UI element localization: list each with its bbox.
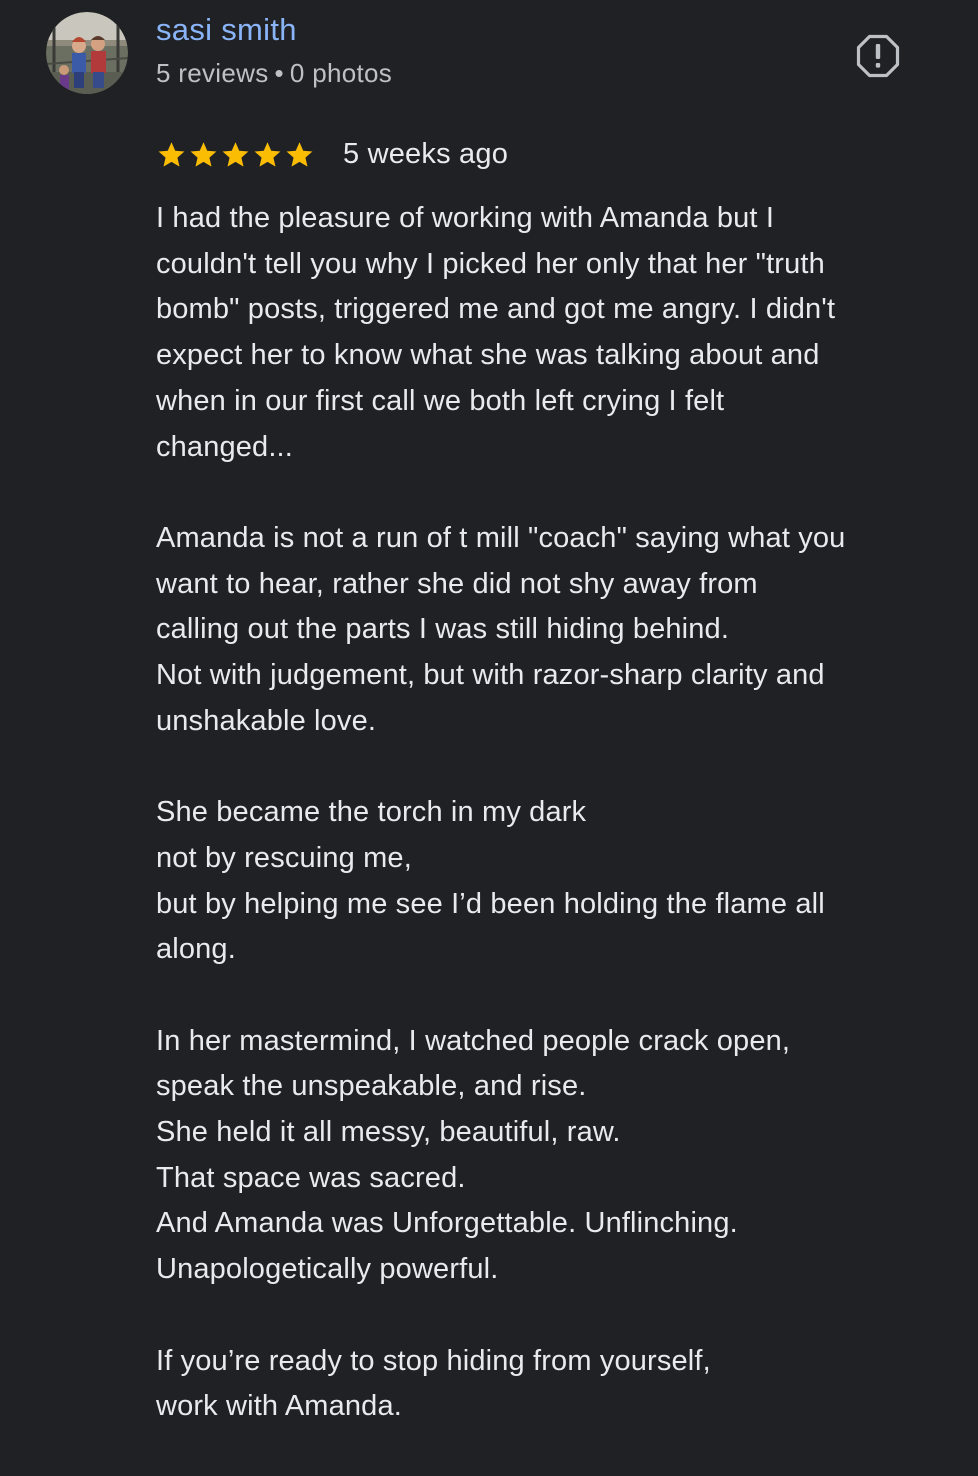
review-line: And Amanda was Unforgettable. Unflinchin… bbox=[156, 1207, 738, 1240]
review-line: She held it all messy, beautiful, raw. bbox=[156, 1116, 621, 1149]
review-line: Amanda is not a run of t mill "coach" sa… bbox=[156, 521, 846, 554]
avatar-photo bbox=[46, 12, 128, 94]
rating-row: 5 weeks ago bbox=[156, 134, 508, 174]
review-paragraph: If you’re ready to stop hiding from your… bbox=[156, 1339, 946, 1430]
author-name[interactable]: sasi smith bbox=[156, 12, 297, 48]
review-line: That space was sacred. bbox=[156, 1161, 466, 1194]
review-line: couldn't tell you why I picked her only … bbox=[156, 247, 825, 280]
star-icon bbox=[158, 141, 185, 167]
reviews-count: 5 reviews bbox=[156, 58, 269, 88]
review-line: not by rescuing me, bbox=[156, 841, 412, 874]
review-line: In her mastermind, I watched people crac… bbox=[156, 1024, 791, 1057]
review-date: 5 weeks ago bbox=[343, 137, 509, 170]
review-line: expect her to know what she was talking … bbox=[156, 339, 820, 372]
review-line: If you’re ready to stop hiding from your… bbox=[156, 1344, 711, 1377]
review-card: sasi smith 5 reviews • 0 photos 5 weeks ag… bbox=[0, 0, 978, 1440]
review-line: want to hear, rather she did not shy awa… bbox=[156, 567, 758, 600]
review-line: when in our first call we both left cryi… bbox=[156, 384, 725, 417]
review-line: speak the unspeakable, and rise. bbox=[156, 1070, 587, 1103]
review-line: unshakable love. bbox=[156, 704, 377, 737]
author-avatar[interactable] bbox=[46, 12, 128, 94]
review-text: I had the pleasure of working with Amand… bbox=[156, 196, 946, 1476]
review-line: but by helping me see I’d been holding t… bbox=[156, 887, 825, 920]
star-rating bbox=[156, 139, 316, 170]
author-stats: 5 reviews • 0 photos bbox=[156, 58, 392, 89]
star-icon bbox=[222, 141, 249, 167]
review-line: changed... bbox=[156, 430, 293, 463]
star-icon bbox=[254, 141, 281, 167]
star-icon bbox=[190, 141, 217, 167]
photos-count: 0 photos bbox=[289, 58, 393, 88]
review-line: calling out the parts I was still hiding… bbox=[156, 613, 730, 646]
report-review-button[interactable] bbox=[850, 28, 906, 84]
report-flag-icon bbox=[856, 34, 900, 78]
review-line: work with Amanda. bbox=[156, 1390, 402, 1423]
review-paragraph: Amanda is not a run of t mill "coach" sa… bbox=[156, 516, 946, 745]
review-paragraph: She became the torch in my dark not by r… bbox=[156, 790, 946, 973]
review-paragraph: I had the pleasure of working with Amand… bbox=[156, 196, 946, 470]
review-line: Unapologetically powerful. bbox=[156, 1253, 499, 1286]
review-line: Not with judgement, but with razor-sharp… bbox=[156, 659, 825, 692]
review-paragraph: In her mastermind, I watched people crac… bbox=[156, 1019, 946, 1293]
review-line: along. bbox=[156, 933, 236, 966]
review-line: bomb" posts, triggered me and got me ang… bbox=[156, 293, 836, 326]
review-line: She became the torch in my dark bbox=[156, 796, 587, 829]
meta-separator: • bbox=[274, 58, 284, 88]
review-line: I had the pleasure of working with Amand… bbox=[156, 202, 775, 234]
star-icon bbox=[286, 141, 313, 167]
